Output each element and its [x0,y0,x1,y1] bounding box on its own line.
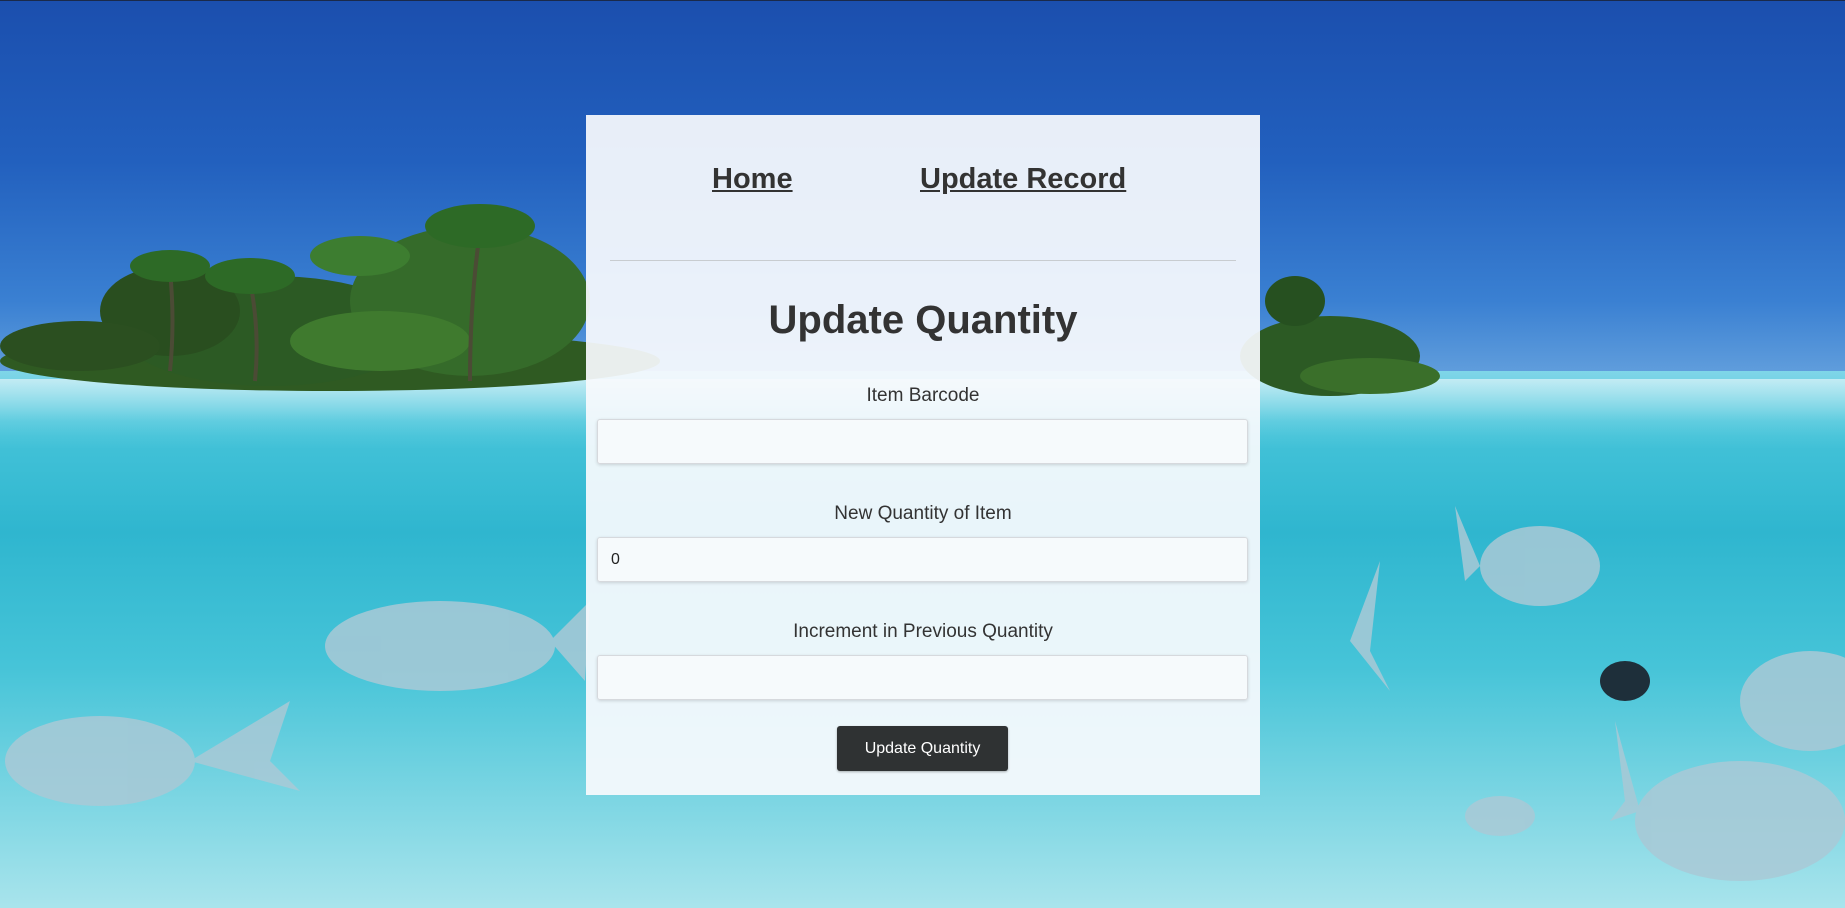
page-title: Update Quantity [768,298,1078,342]
island-right [1240,276,1440,396]
top-navigation: Home Update Record [586,115,1260,235]
update-quantity-button[interactable]: Update Quantity [837,726,1008,771]
update-quantity-panel: Home Update Record Update Quantity Item … [586,115,1260,795]
new-quantity-input[interactable] [597,537,1248,582]
nav-divider [610,260,1236,261]
item-barcode-input[interactable] [597,419,1248,464]
nav-link-home[interactable]: Home [712,163,793,196]
dark-fish [1600,661,1650,701]
nav-link-update-record[interactable]: Update Record [920,163,1126,196]
new-quantity-label: New Quantity of Item [834,503,1012,524]
increment-quantity-label: Increment in Previous Quantity [793,621,1053,642]
item-barcode-label: Item Barcode [866,385,980,406]
increment-quantity-input[interactable] [597,655,1248,700]
